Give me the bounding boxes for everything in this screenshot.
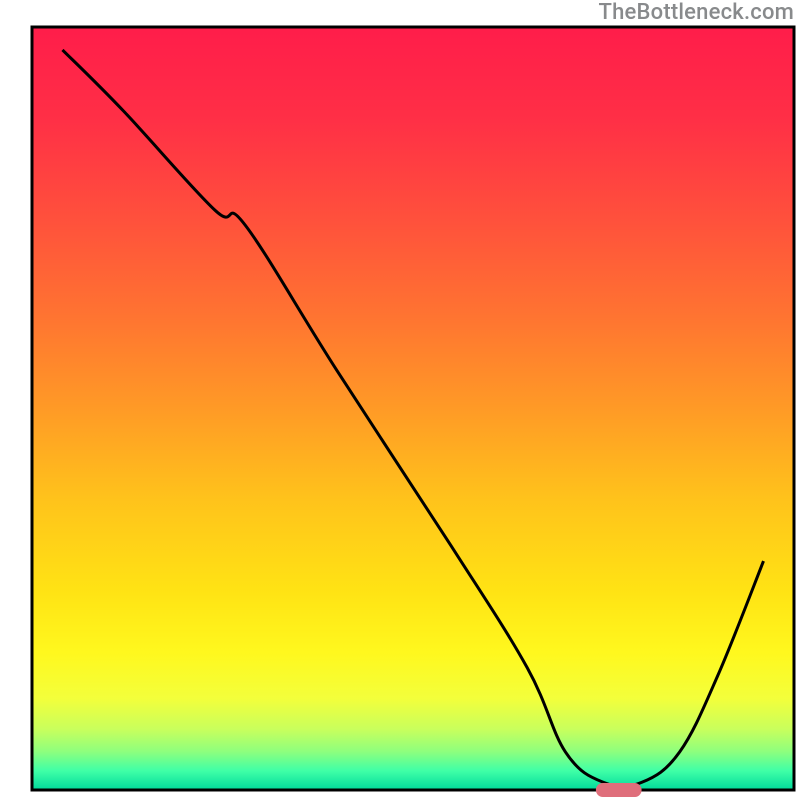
optimal-marker xyxy=(596,783,642,797)
plot-area xyxy=(32,27,794,797)
bottleneck-chart xyxy=(0,0,800,800)
watermark-text: TheBottleneck.com xyxy=(599,0,794,25)
chart-container: TheBottleneck.com xyxy=(0,0,800,800)
gradient-background xyxy=(32,27,794,790)
